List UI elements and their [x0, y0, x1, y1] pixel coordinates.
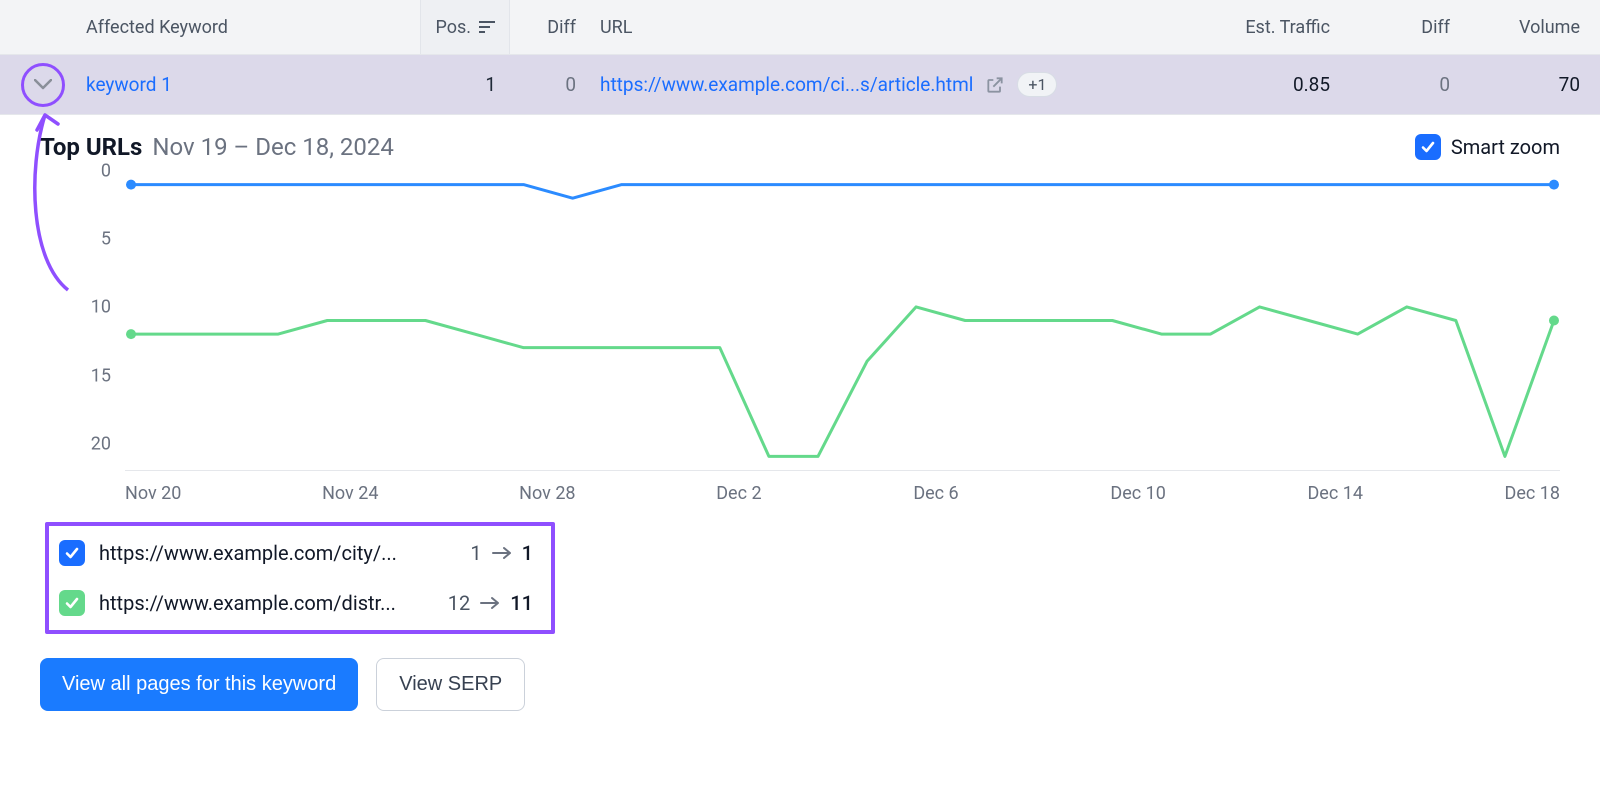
th-position-label: Pos.: [435, 17, 471, 38]
url-link[interactable]: https://www.example.com/ci...s/article.h…: [600, 73, 973, 96]
chevron-down-icon: [34, 79, 52, 90]
expanded-panel: Top URLs Nov 19 – Dec 18, 2024 Smart zoo…: [0, 115, 1600, 751]
legend-label: https://www.example.com/city/...: [99, 541, 456, 565]
chart-plot-area: [125, 171, 1560, 471]
smart-zoom-checkbox[interactable]: [1415, 134, 1441, 160]
additional-urls-badge[interactable]: +1: [1017, 72, 1057, 97]
legend-item[interactable]: https://www.example.com/city/... 1 1: [59, 540, 533, 566]
smart-zoom-label: Smart zoom: [1451, 135, 1560, 159]
th-position[interactable]: Pos.: [420, 0, 510, 54]
table-header: Affected Keyword Pos. Diff URL Est. Traf…: [0, 0, 1600, 55]
smart-zoom-toggle[interactable]: Smart zoom: [1415, 134, 1560, 160]
sort-asc-icon: [479, 21, 495, 33]
panel-title: Top URLs: [40, 133, 142, 161]
panel-date-range: Nov 19 – Dec 18, 2024: [152, 133, 393, 161]
cell-position: 1: [420, 73, 510, 96]
cell-diff-pos: 0: [510, 73, 586, 96]
legend-from: 12: [448, 591, 470, 615]
cell-est-traffic: 0.85: [1130, 73, 1330, 96]
th-est-traffic[interactable]: Est. Traffic: [1130, 17, 1330, 38]
legend-box: https://www.example.com/city/... 1 1 htt…: [45, 522, 555, 634]
legend-item[interactable]: https://www.example.com/distr... 12 11: [59, 590, 533, 616]
chart-y-axis: 05101520: [40, 171, 125, 471]
cell-volume: 70: [1450, 73, 1600, 96]
th-diff-pos[interactable]: Diff: [510, 17, 586, 38]
legend-to: 1: [522, 541, 533, 565]
arrow-right-icon: [492, 546, 512, 560]
th-volume[interactable]: Volume: [1450, 17, 1600, 38]
external-link-icon[interactable]: [985, 75, 1005, 95]
view-serp-button[interactable]: View SERP: [376, 658, 525, 711]
legend-from: 1: [470, 541, 481, 565]
expand-row-button[interactable]: [21, 63, 65, 107]
keyword-link[interactable]: keyword 1: [86, 73, 420, 96]
chart-x-axis: Nov 20Nov 24Nov 28Dec 2Dec 6Dec 10Dec 14…: [40, 483, 1560, 504]
legend-checkbox-blue[interactable]: [59, 540, 85, 566]
view-all-pages-button[interactable]: View all pages for this keyword: [40, 658, 358, 711]
th-url[interactable]: URL: [586, 17, 1130, 38]
legend-checkbox-green[interactable]: [59, 590, 85, 616]
table-row: keyword 1 1 0 https://www.example.com/ci…: [0, 55, 1600, 115]
th-affected-keyword[interactable]: Affected Keyword: [0, 17, 420, 38]
chart: 05101520: [40, 171, 1560, 471]
legend-to: 11: [510, 591, 533, 615]
arrow-right-icon: [480, 596, 500, 610]
legend-label: https://www.example.com/distr...: [99, 591, 434, 615]
cell-diff-traffic: 0: [1330, 73, 1450, 96]
th-diff-traffic[interactable]: Diff: [1330, 17, 1450, 38]
